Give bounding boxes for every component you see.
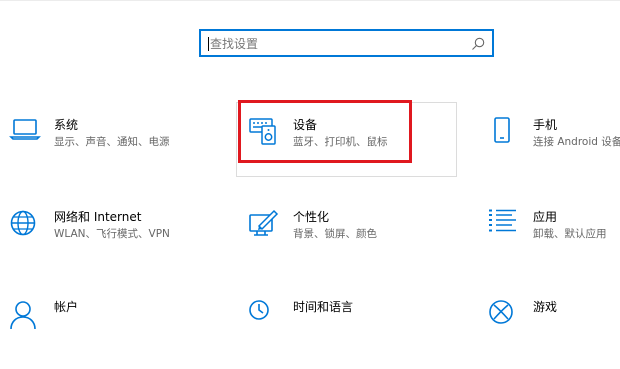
tile-title: 系统 — [54, 118, 79, 132]
tile-title: 网络和 Internet — [54, 210, 142, 224]
tile-title: 游戏 — [533, 300, 558, 314]
personalization-icon — [248, 209, 284, 245]
top-divider — [0, 0, 620, 1]
search-icon[interactable] — [470, 36, 486, 52]
settings-tile-personalization[interactable]: 个性化 背景、锁屏、颜色 — [248, 209, 468, 279]
settings-tile-apps[interactable]: 应用 卸载、默认应用 — [488, 209, 620, 279]
search-input[interactable]: 查找设置 — [199, 29, 494, 57]
tile-description: 显示、声音、通知、电源 — [54, 136, 170, 148]
time-language-icon — [248, 299, 284, 335]
search-placeholder: 查找设置 — [210, 37, 259, 51]
account-icon — [9, 299, 45, 335]
xbox-icon — [488, 299, 524, 335]
apps-list-icon — [488, 209, 524, 245]
phone-icon — [488, 117, 524, 153]
tile-title: 个性化 — [293, 210, 330, 224]
tile-title: 帐户 — [54, 300, 79, 314]
tile-description: 连接 Android 设备 — [533, 136, 620, 148]
tile-title: 时间和语言 — [293, 300, 354, 314]
tile-title: 应用 — [533, 210, 558, 224]
settings-tile-network[interactable]: 网络和 Internet WLAN、飞行模式、VPN — [9, 209, 229, 279]
settings-tile-phone[interactable]: 手机 连接 Android 设备 — [488, 117, 620, 187]
settings-tile-accounts[interactable]: 帐户 — [9, 299, 229, 369]
tile-description: WLAN、飞行模式、VPN — [54, 228, 170, 240]
highlight-annotation-box — [238, 100, 412, 163]
settings-tile-time-language[interactable]: 时间和语言 — [248, 299, 468, 369]
settings-tile-system[interactable]: 系统 显示、声音、通知、电源 — [9, 117, 229, 187]
text-caret — [208, 37, 209, 51]
tile-title: 手机 — [533, 118, 558, 132]
laptop-icon — [9, 117, 45, 153]
globe-icon — [9, 209, 45, 245]
tile-description: 卸载、默认应用 — [533, 228, 607, 240]
settings-tile-gaming[interactable]: 游戏 — [488, 299, 620, 369]
tile-description: 背景、锁屏、颜色 — [293, 228, 377, 240]
